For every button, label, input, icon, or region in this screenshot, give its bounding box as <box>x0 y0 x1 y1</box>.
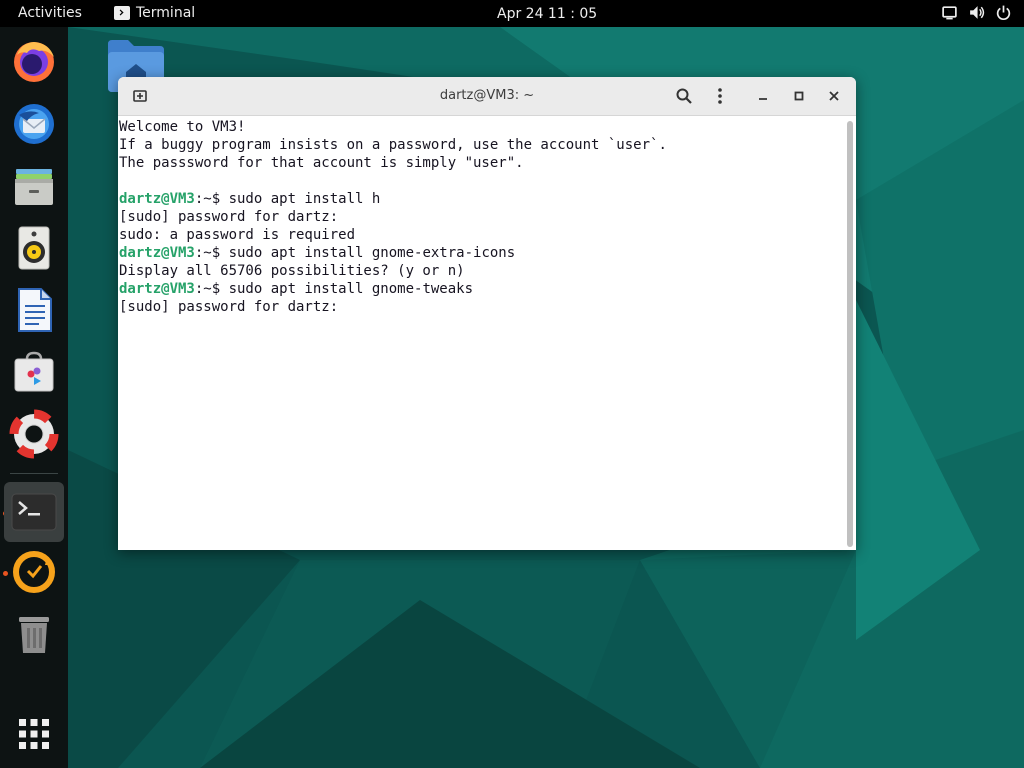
activities-button[interactable]: Activities <box>18 5 82 21</box>
terminal-window[interactable]: dartz@VM3: ~ Welcome to VM3! If a buggy p… <box>118 77 856 550</box>
maximize-icon <box>794 91 804 101</box>
dock-separator <box>10 473 58 474</box>
terminal-line: Welcome to VM3! <box>119 118 841 136</box>
output-text: The passsword for that account is simply… <box>119 155 524 171</box>
close-icon <box>829 91 839 101</box>
dock-item-software[interactable] <box>9 347 59 397</box>
window-title: dartz@VM3: ~ <box>439 88 535 103</box>
command-text: sudo apt install gnome-extra-icons <box>228 245 516 261</box>
terminal-line: dartz@VM3:~$ sudo apt install h <box>119 190 841 208</box>
dock <box>0 27 68 768</box>
clock[interactable]: Apr 24 11 : 05 <box>497 6 597 22</box>
prompt-user-host: dartz@VM3 <box>119 245 195 261</box>
thunderbird-icon <box>14 104 54 144</box>
prompt-path: :~$ <box>194 191 229 207</box>
search-icon <box>676 88 692 104</box>
minimize-icon <box>759 98 767 100</box>
output-text: [sudo] password for dartz: <box>119 299 347 315</box>
terminal-line: If a buggy program insists on a password… <box>119 136 841 154</box>
minimize-button[interactable] <box>751 84 775 108</box>
dock-item-firefox[interactable] <box>9 37 59 87</box>
dock-item-show-apps[interactable] <box>9 709 59 759</box>
output-text: Display all 65706 possibilities? (y or n… <box>119 263 465 279</box>
dock-item-writer[interactable] <box>9 285 59 335</box>
terminal-scrollbar[interactable] <box>847 121 853 547</box>
output-text: If a buggy program insists on a password… <box>119 137 667 153</box>
software-icon <box>14 351 54 392</box>
app-menu[interactable]: Terminal <box>114 5 195 21</box>
search-button[interactable] <box>672 84 696 108</box>
terminal-line: sudo: a password is required <box>119 226 841 244</box>
dock-item-thunderbird[interactable] <box>9 99 59 149</box>
terminal-line: The passsword for that account is simply… <box>119 154 841 172</box>
prompt-user-host: dartz@VM3 <box>119 281 195 297</box>
firefox-icon <box>14 42 54 82</box>
output-text: Welcome to VM3! <box>119 119 246 135</box>
updates-icon <box>13 551 55 593</box>
close-button[interactable] <box>822 84 846 108</box>
maximize-button[interactable] <box>787 84 811 108</box>
menu-button[interactable] <box>708 84 732 108</box>
dock-item-files[interactable] <box>9 161 59 211</box>
window-titlebar[interactable]: dartz@VM3: ~ <box>118 77 856 116</box>
top-bar: Activities Terminal Apr 24 11 : 05 <box>0 0 1024 27</box>
terminal-icon <box>11 493 57 531</box>
command-text: sudo apt install h <box>228 191 381 207</box>
dock-item-terminal[interactable] <box>4 482 64 542</box>
system-tray[interactable] <box>941 4 1012 21</box>
show-apps-icon <box>19 719 49 749</box>
trash-icon <box>19 617 49 653</box>
help-icon <box>9 409 59 459</box>
terminal-output[interactable]: Welcome to VM3! If a buggy program insist… <box>118 116 841 550</box>
dock-item-rhythmbox[interactable] <box>9 223 59 273</box>
rhythmbox-icon <box>18 226 50 270</box>
files-icon <box>15 169 53 205</box>
power-icon[interactable] <box>995 4 1012 21</box>
terminal-line: [sudo] password for dartz: <box>119 208 841 226</box>
terminal-line: dartz@VM3:~$ sudo apt install gnome-twea… <box>119 280 841 298</box>
terminal-line: Display all 65706 possibilities? (y or n… <box>119 262 841 280</box>
dock-item-help[interactable] <box>9 409 59 459</box>
prompt-path: :~$ <box>194 281 229 297</box>
terminal-line: [sudo] password for dartz: <box>119 298 841 316</box>
dock-item-trash[interactable] <box>9 609 59 659</box>
kebab-menu-icon <box>718 88 722 104</box>
updates-running-indicator <box>3 571 8 576</box>
output-text: sudo: a password is required <box>119 227 356 243</box>
command-text: sudo apt install gnome-tweaks <box>228 281 474 297</box>
app-menu-label: Terminal <box>136 5 196 21</box>
volume-icon[interactable] <box>968 4 985 21</box>
output-text: [sudo] password for dartz: <box>119 209 347 225</box>
terminal-app-icon <box>114 6 130 20</box>
prompt-user-host: dartz@VM3 <box>119 191 195 207</box>
screen-icon[interactable] <box>941 4 958 21</box>
terminal-line: dartz@VM3:~$ sudo apt install gnome-extr… <box>119 244 841 262</box>
libreoffice-writer-icon <box>18 288 52 332</box>
dock-item-updates[interactable] <box>9 547 59 597</box>
prompt-path: :~$ <box>194 245 229 261</box>
